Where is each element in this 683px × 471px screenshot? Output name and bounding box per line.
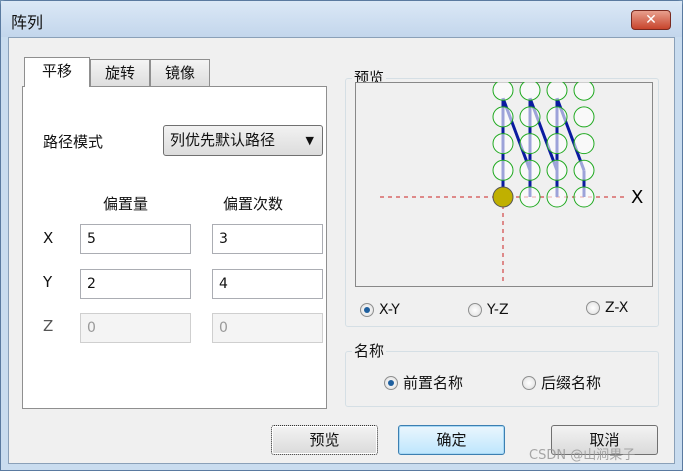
y-offset-input[interactable]: 2 [80,269,191,299]
chevron-down-icon: ▼ [305,134,314,147]
x-count-input[interactable]: 3 [212,224,323,254]
name-group: 名称 前置名称 后缀名称 [345,340,659,407]
plane-xy-radio[interactable]: X-Y [360,302,400,318]
prefix-name-radio[interactable]: 前置名称 [384,372,463,393]
origin-node [492,186,514,208]
array-node [519,186,541,208]
radio-selected-icon [360,303,374,317]
z-count-input: 0 [212,313,323,343]
plane-yz-label: Y-Z [487,302,509,318]
plane-yz-radio[interactable]: Y-Z [468,302,509,318]
array-node [573,159,595,181]
x-offset-input[interactable]: 5 [80,224,191,254]
array-node [519,159,541,181]
array-dialog: 阵列 ✕ 平移 旋转 镜像 路径模式 列优先默认路径 ▼ 偏置量 偏置次数 X 5… [0,0,683,471]
watermark: CSDN @山涧果子 [529,448,636,463]
path-mode-select[interactable]: 列优先默认路径 ▼ [163,125,323,156]
suffix-name-label: 后缀名称 [541,374,602,392]
translate-panel: 路径模式 列优先默认路径 ▼ 偏置量 偏置次数 X 5 3 Y 2 4 Z 0 0 [22,86,327,409]
array-node [519,106,541,128]
count-header: 偏置次数 [223,195,284,213]
z-offset-input: 0 [80,313,191,343]
array-node [573,106,595,128]
radio-selected-icon [384,375,398,390]
plane-zx-label: Z-X [605,300,629,316]
array-node [492,82,514,101]
array-node [573,82,595,101]
y-count-input[interactable]: 4 [212,269,323,299]
array-node [519,82,541,101]
array-node [546,82,568,101]
dialog-body: 平移 旋转 镜像 路径模式 列优先默认路径 ▼ 偏置量 偏置次数 X 5 3 Y … [8,37,675,464]
plane-xy-label: X-Y [379,302,400,318]
array-node [546,159,568,181]
path-mode-label: 路径模式 [43,133,104,151]
radio-icon [468,303,482,317]
preview-group: 预览 X X-Y Y-Z Z-X [345,67,659,327]
array-node [492,159,514,181]
ok-button[interactable]: 确定 [398,425,505,455]
prefix-name-label: 前置名称 [403,374,464,392]
y-label: Y [43,273,53,291]
preview-canvas: X [355,82,653,287]
array-node [546,133,568,155]
array-node [492,133,514,155]
tab-rotate[interactable]: 旋转 [90,59,150,86]
z-label: Z [43,317,54,335]
radio-icon [586,301,600,315]
suffix-name-radio[interactable]: 后缀名称 [522,372,601,393]
close-icon[interactable]: ✕ [631,10,671,30]
plane-zx-radio[interactable]: Z-X [586,300,628,316]
array-node [492,106,514,128]
preview-button[interactable]: 预览 [271,425,378,455]
array-node [546,186,568,208]
dialog-title: 阵列 [11,13,44,32]
x-axis-label: X [631,187,643,208]
path-mode-value: 列优先默认路径 [170,131,276,149]
x-label: X [43,229,54,247]
array-node [573,133,595,155]
title-bar[interactable]: 阵列 ✕ [1,1,682,37]
offset-header: 偏置量 [103,195,149,213]
name-group-label: 名称 [352,340,387,361]
tab-mirror[interactable]: 镜像 [150,59,210,86]
array-node [519,133,541,155]
tab-translate[interactable]: 平移 [24,57,90,87]
array-node [546,106,568,128]
array-node [573,186,595,208]
radio-icon [522,375,536,390]
